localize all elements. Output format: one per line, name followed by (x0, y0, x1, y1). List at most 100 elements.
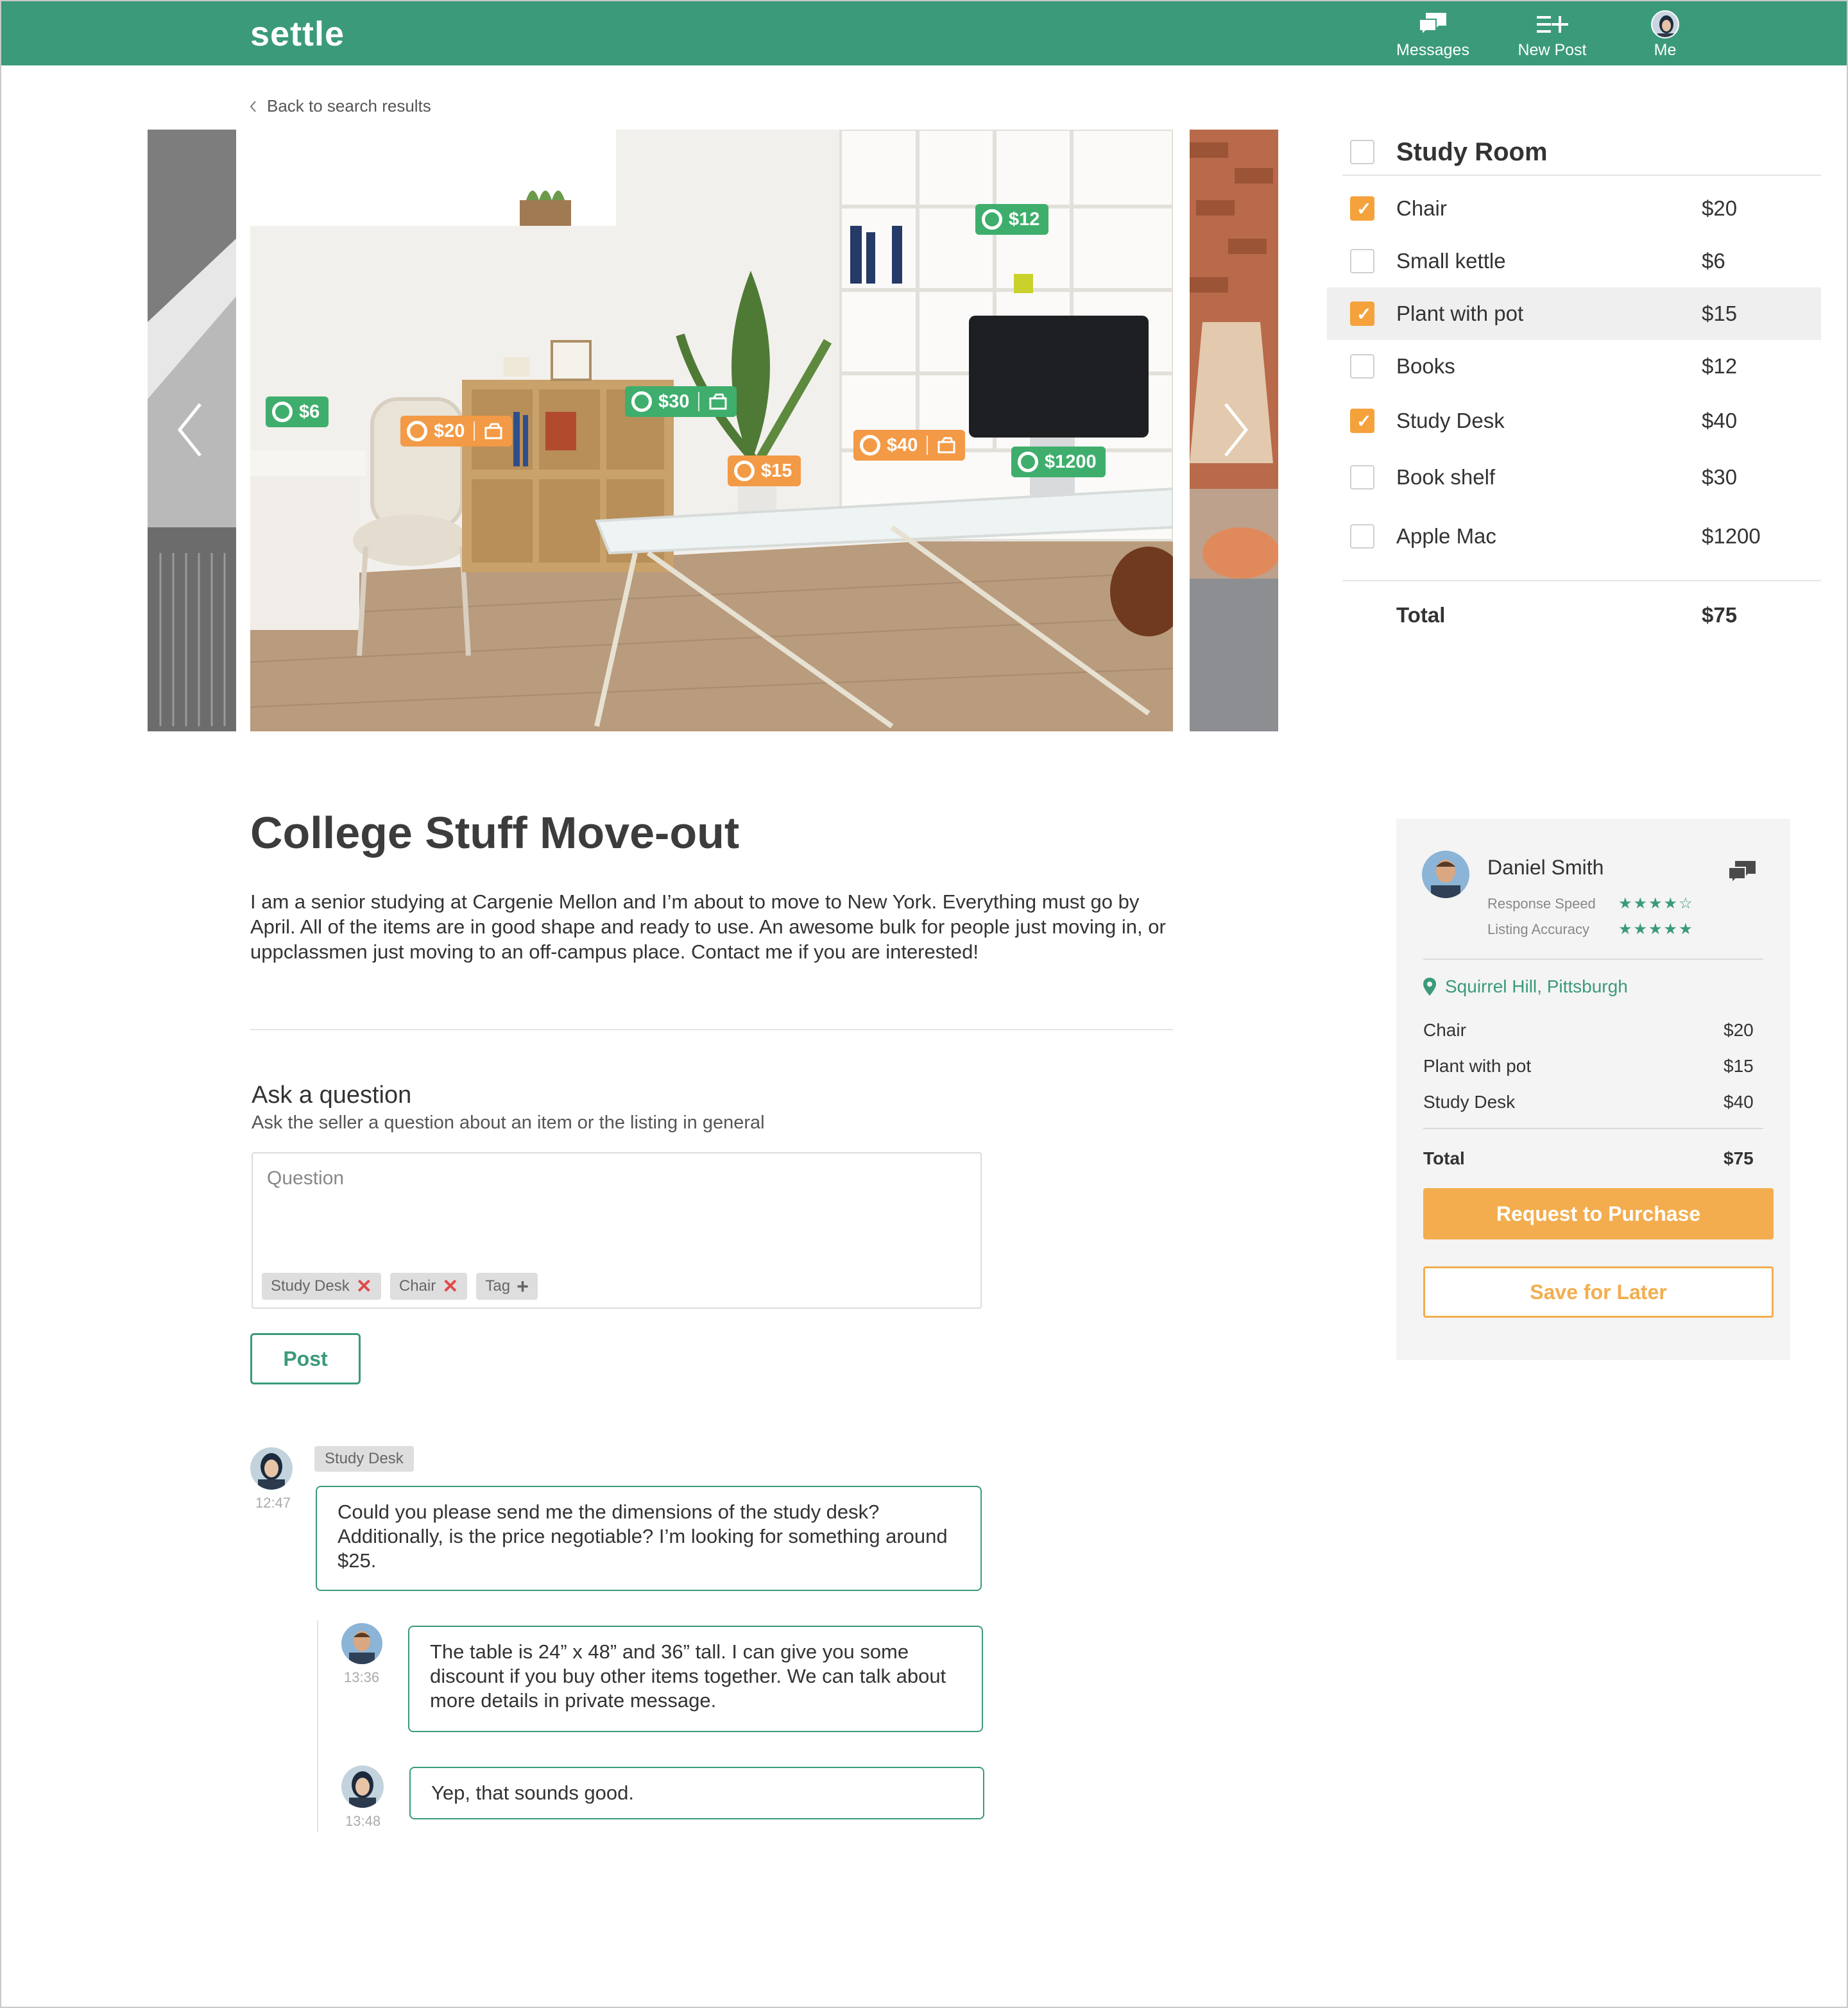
card-total-label: Total (1423, 1148, 1465, 1168)
nav-messages[interactable]: Messages (1385, 10, 1481, 60)
cart-tag-icon (484, 423, 502, 439)
tag-marker-icon (631, 391, 652, 412)
chevron-right-icon (1224, 403, 1249, 457)
photo-price-tag[interactable]: $30 (625, 386, 737, 417)
card-divider (1423, 1128, 1763, 1129)
reply-bubble: Yep, that sounds good. (409, 1767, 984, 1819)
selected-item-name: Study Desk (1423, 1092, 1516, 1112)
ask-question-subtitle: Ask the seller a question about an item … (252, 1112, 765, 1133)
save-for-later-button[interactable]: Save for Later (1423, 1266, 1774, 1318)
avatar (341, 1766, 384, 1808)
tag-marker-icon (734, 461, 755, 481)
checklist-item[interactable]: Small kettle $6 (1327, 235, 1821, 287)
nav-me[interactable]: Me (1617, 10, 1713, 60)
gallery-prev-button[interactable] (172, 398, 210, 462)
checklist-item[interactable]: Chair$20 (1327, 182, 1821, 235)
checklist-item[interactable]: Study Desk$40 (1327, 393, 1821, 449)
checklist-item[interactable]: Plant with pot$15 (1327, 287, 1821, 340)
listing-accuracy-label: Listing Accuracy (1487, 921, 1589, 937)
tag-chip: Study Desk ✕ (262, 1273, 381, 1300)
card-total-value: $75 (1724, 1148, 1754, 1168)
checklist-divider (1342, 174, 1821, 176)
location-pin-icon (1423, 978, 1436, 996)
comment-timestamp: 12:47 (255, 1495, 291, 1511)
gallery-next-button[interactable] (1217, 398, 1255, 462)
back-link-label: Back to search results (267, 96, 431, 115)
selected-item-price: $40 (1724, 1092, 1754, 1112)
item-checkbox[interactable] (1350, 196, 1374, 221)
photo-price-tag[interactable]: $6 (266, 396, 329, 427)
seller-avatar[interactable] (1422, 851, 1469, 898)
photo-price-tag[interactable]: $40 (853, 430, 966, 461)
cart-tag-icon (937, 437, 955, 454)
ask-question-heading: Ask a question (252, 1082, 412, 1109)
post-button[interactable]: Post (250, 1333, 361, 1384)
item-checkbox[interactable] (1350, 249, 1374, 273)
nav-messages-label: Messages (1396, 41, 1469, 59)
select-all-checkbox[interactable] (1350, 140, 1374, 164)
item-checkbox[interactable] (1350, 409, 1374, 433)
logo[interactable]: settle (250, 14, 345, 54)
checklist-item[interactable]: Apple Mac $1200 (1327, 506, 1821, 567)
tag-marker-icon (272, 402, 293, 422)
selected-item-name: Chair (1423, 1020, 1466, 1040)
top-nav-bar: settle Messages New Post Me (1, 1, 1847, 65)
messages-icon (1385, 10, 1481, 38)
seller-avatar (341, 1623, 382, 1664)
seller-name: Daniel Smith (1487, 856, 1604, 879)
listing-description: I am a senior studying at Cargenie Mello… (250, 890, 1166, 963)
tag-marker-icon (982, 209, 1002, 230)
seller-card: Daniel Smith Response Speed ★★★★☆ Listin… (1396, 819, 1790, 1360)
back-to-search-link[interactable]: Back to search results (249, 96, 431, 116)
item-checkbox[interactable] (1350, 302, 1374, 326)
checklist-header: Study Room (1327, 130, 1821, 174)
response-speed-label: Response Speed (1487, 896, 1596, 912)
tag-marker-icon (860, 435, 880, 455)
tag-chips: Study Desk ✕ Chair ✕ Tag + (262, 1273, 538, 1300)
item-checklist: Study Room Chair$20 Small kettle$6 Plant… (1327, 130, 1821, 649)
new-post-icon (1504, 10, 1600, 38)
selected-item-price: $20 (1724, 1020, 1754, 1040)
selected-item-price: $15 (1724, 1056, 1754, 1076)
question-input[interactable]: Question Study Desk ✕ Chair ✕ Tag + (252, 1152, 982, 1309)
remove-tag-icon[interactable]: ✕ (356, 1275, 372, 1298)
request-to-purchase-button[interactable]: Request to Purchase (1423, 1188, 1774, 1239)
response-speed-stars: ★★★★☆ (1618, 895, 1694, 912)
comment-timestamp: 13:48 (345, 1813, 381, 1829)
comment-bubble: Could you please send me the dimensions … (316, 1486, 982, 1591)
photo-price-tag[interactable]: $20 (400, 416, 513, 447)
tag-marker-icon (1018, 452, 1038, 472)
selected-item-name: Plant with pot (1423, 1056, 1532, 1076)
thread-line (317, 1621, 318, 1832)
listing-main-photo: $6 $20 $30 $15 $40 $12 $1200 (250, 130, 1173, 731)
nav-new-post[interactable]: New Post (1504, 10, 1600, 60)
photo-price-tag[interactable]: $12 (975, 204, 1049, 235)
photo-price-tag[interactable]: $15 (728, 455, 801, 486)
remove-tag-icon[interactable]: ✕ (442, 1275, 458, 1298)
avatar (250, 1447, 293, 1490)
question-placeholder: Question (267, 1168, 345, 1189)
comment-timestamp: 13:36 (344, 1669, 380, 1685)
listing-title: College Stuff Move-out (250, 808, 740, 858)
item-checkbox[interactable] (1350, 354, 1374, 379)
item-checkbox[interactable] (1350, 465, 1374, 489)
cart-tag-icon (709, 393, 727, 410)
chat-icon[interactable] (1727, 860, 1757, 885)
chevron-left-icon (177, 403, 201, 457)
seller-location[interactable]: Squirrel Hill, Pittsburgh (1423, 976, 1628, 997)
plus-icon: + (517, 1274, 529, 1298)
reply-bubble: The table is 24” x 48” and 36” tall. I c… (408, 1626, 983, 1732)
item-checkbox[interactable] (1350, 524, 1374, 549)
photo-price-tag[interactable]: $1200 (1011, 447, 1106, 477)
checklist-item[interactable]: Book shelf $30 (1327, 449, 1821, 506)
nav-me-label: Me (1654, 41, 1677, 59)
tag-chip: Chair ✕ (389, 1273, 468, 1300)
checklist-title: Study Room (1396, 137, 1548, 166)
tag-marker-icon (407, 421, 427, 441)
nav-new-post-label: New Post (1518, 41, 1587, 59)
checklist-total: Total $75 (1396, 603, 1738, 627)
avatar (1651, 10, 1679, 38)
add-tag-button[interactable]: Tag + (476, 1273, 538, 1300)
listing-accuracy-stars: ★★★★★ (1618, 921, 1694, 938)
checklist-item[interactable]: Books $12 (1327, 340, 1821, 393)
